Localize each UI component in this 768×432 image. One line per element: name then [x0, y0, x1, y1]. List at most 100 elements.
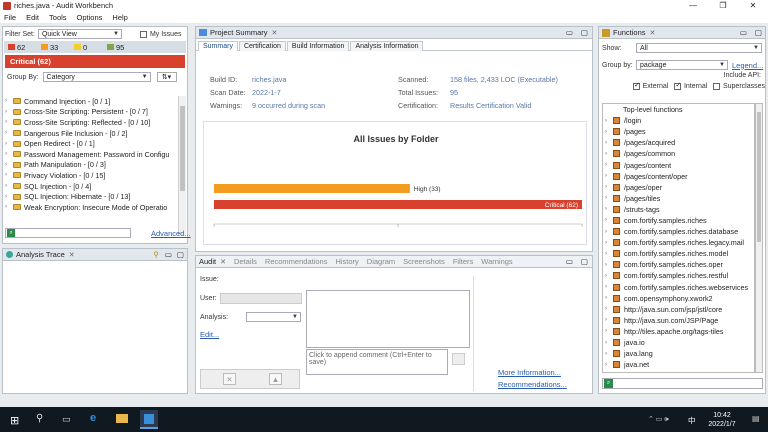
functions-scrollbar-thumb[interactable] [757, 112, 761, 242]
expand-arrow-icon[interactable]: › [5, 130, 13, 136]
search-input[interactable]: ⌕ [5, 228, 131, 238]
recommendations-link[interactable]: Recommendations... [498, 380, 567, 389]
close-icon[interactable]: ✕ [272, 29, 278, 37]
advanced-link[interactable]: Advanced... [151, 229, 191, 238]
function-tree-item[interactable]: › com.fortify.samples.riches [605, 215, 754, 226]
function-tree-item[interactable]: › com.fortify.samples.riches.restful [605, 270, 754, 281]
audit-workbench-taskbar-icon[interactable] [140, 410, 158, 429]
start-icon[interactable]: ⊞ [10, 414, 19, 427]
expand-arrow-icon[interactable]: › [605, 195, 613, 201]
expand-arrow-icon[interactable]: › [605, 206, 613, 212]
minimize-view-icon[interactable]: ▭ [566, 28, 573, 37]
group-by-select[interactable]: Category ▼ [42, 72, 151, 82]
expand-arrow-icon[interactable]: › [605, 306, 613, 312]
file-explorer-icon[interactable] [116, 414, 128, 423]
tree-item[interactable]: › SQL Injection: Hibernate - [0 / 13] [5, 191, 179, 202]
project-summary-title[interactable]: Project Summary [210, 28, 268, 37]
expand-arrow-icon[interactable]: › [605, 317, 613, 323]
tree-item[interactable]: › Path Manipulation - [0 / 3] [5, 160, 179, 171]
expand-arrow-icon[interactable]: › [5, 172, 13, 178]
superclasses-checkbox[interactable] [713, 83, 720, 90]
expand-arrow-icon[interactable]: › [605, 340, 613, 346]
expand-arrow-icon[interactable]: › [605, 118, 613, 124]
function-tree-item[interactable]: › /struts-tags [605, 204, 754, 215]
screenshot-icon[interactable]: ▲ [269, 373, 282, 385]
tab-build-information[interactable]: Build Information [286, 40, 350, 51]
close-icon[interactable]: ✕ [69, 251, 75, 259]
analysis-select[interactable]: ▼ [246, 312, 301, 322]
expand-arrow-icon[interactable]: › [605, 351, 613, 357]
tree-item[interactable]: › Cross-Site Scripting: Reflected - [0 / … [5, 117, 179, 128]
function-group-by-select[interactable]: package ▼ [636, 60, 728, 70]
close-icon[interactable]: ✕ [220, 258, 226, 266]
tree-item[interactable]: › Weak Encryption: Insecure Mode of Opera… [5, 202, 179, 213]
menu-file[interactable]: File [4, 13, 16, 22]
external-checkbox[interactable] [633, 81, 640, 90]
function-tree-item[interactable]: › /login [605, 115, 754, 126]
critical-banner[interactable]: Critical (62) [5, 55, 185, 68]
expand-arrow-icon[interactable]: › [605, 173, 613, 179]
legend-link[interactable]: Legend... [732, 61, 763, 70]
medium-count[interactable]: 0 [83, 43, 107, 52]
menu-options[interactable]: Options [77, 13, 103, 22]
minimize-view-icon[interactable]: ▭ [566, 257, 573, 266]
minimize-view-icon[interactable]: ▭ [165, 250, 172, 259]
function-tree-item[interactable]: › /pages/acquired [605, 137, 754, 148]
menu-edit[interactable]: Edit [26, 13, 39, 22]
search-icon[interactable]: ⚲ [36, 413, 43, 424]
tab-summary[interactable]: Summary [198, 40, 238, 51]
tree-item[interactable]: › Password Management: Password in Config… [5, 149, 179, 160]
function-tree-item[interactable]: › com.fortify.samples.riches.legacy.mail [605, 237, 754, 248]
menu-help[interactable]: Help [112, 13, 127, 22]
expand-arrow-icon[interactable]: › [5, 162, 13, 168]
tree-item[interactable]: › Command Injection - [0 / 1] [5, 96, 179, 107]
maximize-button[interactable]: ❐ [708, 0, 738, 11]
expand-arrow-icon[interactable]: › [5, 109, 13, 115]
input-language[interactable]: 中 [688, 415, 696, 426]
tree-item[interactable]: › Dangerous File Inclusion - [0 / 2] [5, 128, 179, 139]
expand-arrow-icon[interactable]: › [605, 240, 613, 246]
expand-arrow-icon[interactable]: › [605, 284, 613, 290]
tab-recommendations[interactable]: Recommendations [265, 257, 328, 266]
tab-details[interactable]: Details [234, 257, 257, 266]
function-tree-item[interactable]: › /pages [605, 126, 754, 137]
function-search-input[interactable]: ⌕ [602, 378, 763, 389]
function-tree-item[interactable]: › /pages/tiles [605, 193, 754, 204]
expand-arrow-icon[interactable]: › [605, 328, 613, 334]
bar-critical[interactable] [214, 200, 582, 209]
function-tree-item[interactable]: › http://java.sun.com/jsp/jstl/core [605, 304, 754, 315]
expand-arrow-icon[interactable]: › [5, 194, 13, 200]
expand-arrow-icon[interactable]: › [605, 295, 613, 301]
menu-tools[interactable]: Tools [49, 13, 67, 22]
function-tree-item[interactable]: Top-level functions [605, 104, 754, 115]
function-tree-item[interactable]: › java.io [605, 337, 754, 348]
tab-certification[interactable]: Certification [238, 40, 286, 51]
tree-item[interactable]: › Open Redirect - [0 / 1] [5, 138, 179, 149]
function-tree-item[interactable]: › http://tiles.apache.org/tags-tiles [605, 326, 754, 337]
expand-arrow-icon[interactable]: › [605, 162, 613, 168]
expand-arrow-icon[interactable]: › [5, 151, 13, 157]
user-field[interactable] [220, 293, 302, 304]
functions-scrollbar[interactable] [755, 103, 763, 373]
submit-comment-button[interactable] [452, 353, 465, 365]
maximize-view-icon[interactable]: ▢ [581, 257, 588, 266]
function-tree-item[interactable]: › /pages/content [605, 159, 754, 170]
filter-set-select[interactable]: Quick View ▼ [37, 29, 122, 39]
function-tree-item[interactable]: › com.fortify.samples.riches.webservices [605, 282, 754, 293]
issues-scrollbar[interactable] [178, 96, 186, 236]
remove-icon[interactable]: ✕ [223, 373, 236, 385]
bar-high[interactable] [214, 184, 410, 193]
issues-scrollbar-thumb[interactable] [180, 106, 185, 191]
sort-button[interactable]: ⇅▾ [156, 72, 177, 82]
tray-icons[interactable]: ⌃ ▭ 🕪 [648, 415, 669, 424]
function-tree-item[interactable]: › /pages/content/oper [605, 171, 754, 182]
expand-arrow-icon[interactable]: › [605, 217, 613, 223]
tab-analysis-information[interactable]: Analysis Information [350, 40, 424, 51]
my-issues-checkbox[interactable] [139, 30, 147, 38]
tree-item[interactable]: › SQL Injection - [0 / 4] [5, 181, 179, 192]
expand-arrow-icon[interactable]: › [605, 229, 613, 235]
expand-arrow-icon[interactable]: › [5, 141, 13, 147]
notifications-icon[interactable]: ▤ [752, 414, 760, 423]
expand-arrow-icon[interactable]: › [605, 140, 613, 146]
critical-count[interactable]: 62 [17, 43, 41, 52]
